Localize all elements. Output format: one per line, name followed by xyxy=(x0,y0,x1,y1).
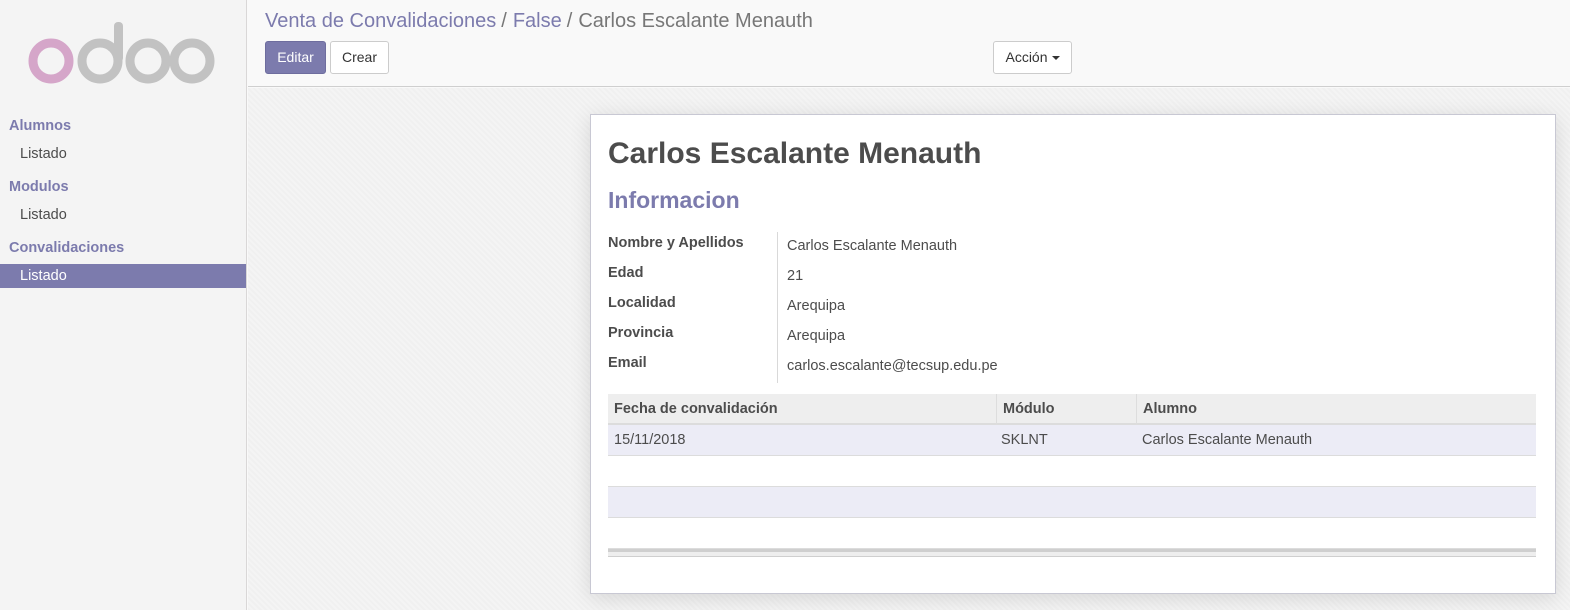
breadcrumb-current: Carlos Escalante Menauth xyxy=(578,10,813,32)
section-title: Informacion xyxy=(608,187,740,213)
field-value-localidad: Arequipa xyxy=(787,298,846,314)
sidebar-section-modulos[interactable]: Modulos xyxy=(0,177,246,197)
sidebar-item-alumnos-listado[interactable]: Listado xyxy=(0,142,246,166)
field-divider xyxy=(777,232,778,383)
breadcrumb: Venta de Convalidaciones / False / Carlos Es… xyxy=(265,9,813,33)
field-label: Localidad xyxy=(608,295,676,311)
column-header-fecha[interactable]: Fecha de convalidación xyxy=(608,394,996,425)
sidebar-section-convalidaciones[interactable]: Convalidaciones xyxy=(0,238,246,258)
table-cell-alumno: Carlos Escalante Menauth xyxy=(1142,432,1313,448)
column-header-alumno[interactable]: Alumno xyxy=(1136,394,1536,425)
field-label: Provincia xyxy=(608,325,674,341)
sidebar: Alumnos Listado Modulos Listado Convalid… xyxy=(0,0,247,610)
action-label: Acción xyxy=(1005,49,1048,65)
table-footer xyxy=(608,549,1536,557)
field-value-provincia: Arequipa xyxy=(787,328,846,344)
table-cell-modulo: SKLNT xyxy=(1001,432,1048,448)
caret-down-icon xyxy=(1051,56,1060,61)
sidebar-menu: Alumnos Listado Modulos Listado Convalid… xyxy=(0,116,246,299)
table-row-empty xyxy=(608,456,1536,487)
table-row-empty xyxy=(608,487,1536,518)
field-label: Edad xyxy=(608,265,644,281)
table-header: Fecha de convalidación Módulo Alumno xyxy=(608,394,1536,425)
field-value-email[interactable]: carlos.escalante@tecsup.edu.pe xyxy=(787,358,998,374)
table-cell-fecha: 15/11/2018 xyxy=(614,432,686,448)
field-label: Nombre y Apellidos xyxy=(608,235,744,251)
sidebar-section-alumnos[interactable]: Alumnos xyxy=(0,116,246,136)
breadcrumb-separator: / xyxy=(501,10,507,32)
form-sheet: Carlos Escalante Menauth Informacion Nom… xyxy=(590,114,1556,594)
control-panel: Venta de Convalidaciones / False / Carlos Es… xyxy=(248,0,1570,87)
breadcrumb-separator: / xyxy=(566,10,573,32)
action-dropdown-button[interactable]: Acción xyxy=(993,41,1072,74)
edit-button[interactable]: Editar xyxy=(265,41,326,74)
column-header-modulo[interactable]: Módulo xyxy=(996,394,1136,425)
sidebar-item-modulos-listado[interactable]: Listado xyxy=(0,203,246,227)
table-row-empty xyxy=(608,518,1536,549)
odoo-logo[interactable] xyxy=(28,20,218,86)
create-button[interactable]: Crear xyxy=(330,41,389,74)
field-value-nombre: Carlos Escalante Menauth xyxy=(787,238,958,254)
form-view: Carlos Escalante Menauth Informacion Nom… xyxy=(248,88,1570,610)
record-title: Carlos Escalante Menauth xyxy=(608,137,982,170)
convalidaciones-table: Fecha de convalidación Módulo Alumno 15/… xyxy=(608,394,1536,557)
breadcrumb-item-false[interactable]: False xyxy=(513,10,562,32)
breadcrumb-item-venta[interactable]: Venta de Convalidaciones xyxy=(265,10,496,32)
table-row[interactable]: 15/11/2018 SKLNT Carlos Escalante Menaut… xyxy=(608,425,1536,456)
field-value-edad: 21 xyxy=(787,268,804,284)
sidebar-item-convalidaciones-listado[interactable]: Listado xyxy=(0,264,246,288)
field-label: Email xyxy=(608,355,647,371)
